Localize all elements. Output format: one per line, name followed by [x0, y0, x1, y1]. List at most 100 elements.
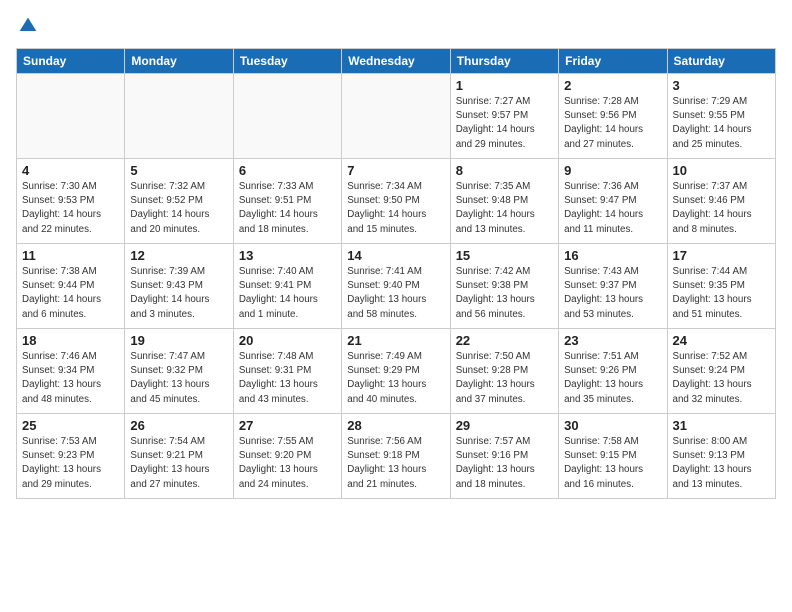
day-number: 9	[564, 163, 661, 178]
day-info: Sunrise: 7:33 AM Sunset: 9:51 PM Dayligh…	[239, 180, 336, 237]
day-number: 11	[22, 248, 119, 263]
day-number: 27	[239, 418, 336, 433]
calendar-table: SundayMondayTuesdayWednesdayThursdayFrid…	[16, 48, 776, 499]
calendar-cell: 4 Sunrise: 7:30 AM Sunset: 9:53 PM Daylig…	[17, 159, 125, 244]
day-number: 24	[673, 333, 770, 348]
calendar-cell: 21 Sunrise: 7:49 AM Sunset: 9:29 PM Dayli…	[342, 329, 450, 414]
calendar-cell: 10 Sunrise: 7:37 AM Sunset: 9:46 PM Dayli…	[667, 159, 775, 244]
day-info: Sunrise: 7:42 AM Sunset: 9:38 PM Dayligh…	[456, 265, 553, 322]
col-header-wednesday: Wednesday	[342, 49, 450, 74]
day-info: Sunrise: 7:52 AM Sunset: 9:24 PM Dayligh…	[673, 350, 770, 407]
week-row-3: 11Sunrise: 7:38 AM Sunset: 9:44 PM Dayli…	[17, 244, 776, 329]
day-info: Sunrise: 7:53 AM Sunset: 9:23 PM Dayligh…	[22, 435, 119, 492]
calendar-cell	[342, 74, 450, 159]
day-info: Sunrise: 7:57 AM Sunset: 9:16 PM Dayligh…	[456, 435, 553, 492]
day-number: 25	[22, 418, 119, 433]
day-info: Sunrise: 7:54 AM Sunset: 9:21 PM Dayligh…	[130, 435, 227, 492]
calendar-cell: 30Sunrise: 7:58 AM Sunset: 9:15 PM Dayli…	[559, 414, 667, 499]
calendar-cell: 7Sunrise: 7:34 AM Sunset: 9:50 PM Daylig…	[342, 159, 450, 244]
calendar-cell: 14 Sunrise: 7:41 AM Sunset: 9:40 PM Dayli…	[342, 244, 450, 329]
day-info: Sunrise: 7:50 AM Sunset: 9:28 PM Dayligh…	[456, 350, 553, 407]
day-info: Sunrise: 7:37 AM Sunset: 9:46 PM Dayligh…	[673, 180, 770, 237]
col-header-friday: Friday	[559, 49, 667, 74]
calendar-cell: 9Sunrise: 7:36 AM Sunset: 9:47 PM Daylig…	[559, 159, 667, 244]
day-info: Sunrise: 7:58 AM Sunset: 9:15 PM Dayligh…	[564, 435, 661, 492]
calendar-cell: 16 Sunrise: 7:43 AM Sunset: 9:37 PM Dayli…	[559, 244, 667, 329]
day-info: Sunrise: 8:00 AM Sunset: 9:13 PM Dayligh…	[673, 435, 770, 492]
calendar-cell: 18 Sunrise: 7:46 AM Sunset: 9:34 PM Dayli…	[17, 329, 125, 414]
calendar-cell: 26 Sunrise: 7:54 AM Sunset: 9:21 PM Dayli…	[125, 414, 233, 499]
day-number: 15	[456, 248, 553, 263]
calendar-cell: 22Sunrise: 7:50 AM Sunset: 9:28 PM Dayli…	[450, 329, 558, 414]
day-number: 6	[239, 163, 336, 178]
day-info: Sunrise: 7:30 AM Sunset: 9:53 PM Dayligh…	[22, 180, 119, 237]
calendar-cell: 25 Sunrise: 7:53 AM Sunset: 9:23 PM Dayli…	[17, 414, 125, 499]
day-info: Sunrise: 7:39 AM Sunset: 9:43 PM Dayligh…	[130, 265, 227, 322]
calendar-cell	[17, 74, 125, 159]
week-row-2: 4 Sunrise: 7:30 AM Sunset: 9:53 PM Daylig…	[17, 159, 776, 244]
day-number: 1	[456, 78, 553, 93]
day-number: 23	[564, 333, 661, 348]
day-number: 31	[673, 418, 770, 433]
day-info: Sunrise: 7:51 AM Sunset: 9:26 PM Dayligh…	[564, 350, 661, 407]
day-number: 13	[239, 248, 336, 263]
day-number: 16	[564, 248, 661, 263]
day-info: Sunrise: 7:35 AM Sunset: 9:48 PM Dayligh…	[456, 180, 553, 237]
day-number: 14	[347, 248, 444, 263]
day-info: Sunrise: 7:29 AM Sunset: 9:55 PM Dayligh…	[673, 95, 770, 152]
calendar-cell: 27Sunrise: 7:55 AM Sunset: 9:20 PM Dayli…	[233, 414, 341, 499]
day-number: 2	[564, 78, 661, 93]
week-row-4: 18 Sunrise: 7:46 AM Sunset: 9:34 PM Dayli…	[17, 329, 776, 414]
day-number: 5	[130, 163, 227, 178]
day-number: 3	[673, 78, 770, 93]
calendar-cell: 20 Sunrise: 7:48 AM Sunset: 9:31 PM Dayli…	[233, 329, 341, 414]
day-info: Sunrise: 7:43 AM Sunset: 9:37 PM Dayligh…	[564, 265, 661, 322]
calendar-cell: 28 Sunrise: 7:56 AM Sunset: 9:18 PM Dayli…	[342, 414, 450, 499]
col-header-thursday: Thursday	[450, 49, 558, 74]
day-info: Sunrise: 7:27 AM Sunset: 9:57 PM Dayligh…	[456, 95, 553, 152]
day-number: 17	[673, 248, 770, 263]
day-info: Sunrise: 7:47 AM Sunset: 9:32 PM Dayligh…	[130, 350, 227, 407]
calendar-header-row: SundayMondayTuesdayWednesdayThursdayFrid…	[17, 49, 776, 74]
day-number: 8	[456, 163, 553, 178]
calendar-cell: 5 Sunrise: 7:32 AM Sunset: 9:52 PM Daylig…	[125, 159, 233, 244]
col-header-saturday: Saturday	[667, 49, 775, 74]
calendar-cell: 12 Sunrise: 7:39 AM Sunset: 9:43 PM Dayli…	[125, 244, 233, 329]
col-header-monday: Monday	[125, 49, 233, 74]
calendar-cell: 8 Sunrise: 7:35 AM Sunset: 9:48 PM Daylig…	[450, 159, 558, 244]
week-row-5: 25 Sunrise: 7:53 AM Sunset: 9:23 PM Dayli…	[17, 414, 776, 499]
calendar-cell	[125, 74, 233, 159]
calendar-cell: 23 Sunrise: 7:51 AM Sunset: 9:26 PM Dayli…	[559, 329, 667, 414]
day-info: Sunrise: 7:56 AM Sunset: 9:18 PM Dayligh…	[347, 435, 444, 492]
col-header-sunday: Sunday	[17, 49, 125, 74]
page-header	[16, 16, 776, 36]
col-header-tuesday: Tuesday	[233, 49, 341, 74]
logo-icon	[18, 16, 38, 36]
calendar-cell: 15 Sunrise: 7:42 AM Sunset: 9:38 PM Dayli…	[450, 244, 558, 329]
day-number: 12	[130, 248, 227, 263]
day-info: Sunrise: 7:46 AM Sunset: 9:34 PM Dayligh…	[22, 350, 119, 407]
calendar-cell: 19 Sunrise: 7:47 AM Sunset: 9:32 PM Dayli…	[125, 329, 233, 414]
day-info: Sunrise: 7:49 AM Sunset: 9:29 PM Dayligh…	[347, 350, 444, 407]
day-number: 20	[239, 333, 336, 348]
day-number: 4	[22, 163, 119, 178]
day-number: 10	[673, 163, 770, 178]
calendar-cell: 11Sunrise: 7:38 AM Sunset: 9:44 PM Dayli…	[17, 244, 125, 329]
day-info: Sunrise: 7:34 AM Sunset: 9:50 PM Dayligh…	[347, 180, 444, 237]
day-number: 19	[130, 333, 227, 348]
day-info: Sunrise: 7:28 AM Sunset: 9:56 PM Dayligh…	[564, 95, 661, 152]
week-row-1: 1 Sunrise: 7:27 AM Sunset: 9:57 PM Daylig…	[17, 74, 776, 159]
calendar-cell: 13Sunrise: 7:40 AM Sunset: 9:41 PM Dayli…	[233, 244, 341, 329]
day-info: Sunrise: 7:32 AM Sunset: 9:52 PM Dayligh…	[130, 180, 227, 237]
calendar-cell: 24 Sunrise: 7:52 AM Sunset: 9:24 PM Dayli…	[667, 329, 775, 414]
day-number: 28	[347, 418, 444, 433]
day-info: Sunrise: 7:48 AM Sunset: 9:31 PM Dayligh…	[239, 350, 336, 407]
day-number: 18	[22, 333, 119, 348]
calendar-cell: 3 Sunrise: 7:29 AM Sunset: 9:55 PM Daylig…	[667, 74, 775, 159]
day-info: Sunrise: 7:41 AM Sunset: 9:40 PM Dayligh…	[347, 265, 444, 322]
calendar-cell: 2 Sunrise: 7:28 AM Sunset: 9:56 PM Daylig…	[559, 74, 667, 159]
day-number: 21	[347, 333, 444, 348]
calendar-cell: 31 Sunrise: 8:00 AM Sunset: 9:13 PM Dayli…	[667, 414, 775, 499]
day-number: 26	[130, 418, 227, 433]
day-number: 29	[456, 418, 553, 433]
